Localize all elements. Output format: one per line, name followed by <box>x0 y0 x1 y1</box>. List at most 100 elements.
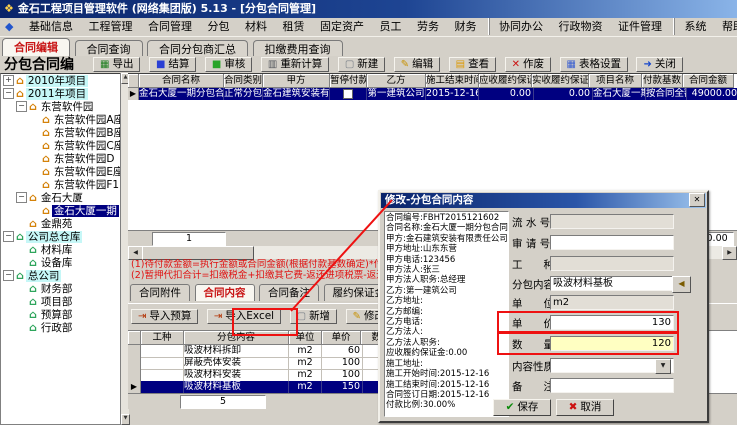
toolbar-button[interactable]: ▦表格设置 <box>560 57 628 72</box>
detail-tab[interactable]: 合同备注 <box>259 284 319 301</box>
tree-item[interactable]: +⌂2010年项目 <box>1 74 121 87</box>
window-titlebar: ❖金石工程项目管理软件 (网络集团版) 5.13 - [分包合同管理] <box>0 0 737 18</box>
price-field[interactable]: 130 <box>550 315 674 330</box>
menu-item[interactable]: 系统 <box>674 18 712 35</box>
scrollbar-thumb[interactable] <box>142 246 254 260</box>
column-header[interactable]: 分包内容 <box>184 331 289 345</box>
tree-expand-toggle[interactable]: − <box>3 270 14 281</box>
toolbar-button[interactable]: ✕作废 <box>505 57 551 72</box>
toolbar-button[interactable]: ▢新建 <box>338 57 385 72</box>
house-icon: ⌂ <box>29 217 37 230</box>
tree-expand-toggle[interactable]: − <box>16 101 27 112</box>
menu-item[interactable]: 财务 <box>448 18 482 35</box>
tree-item[interactable]: ⌂东营软件园E座 <box>1 165 121 178</box>
menu-item[interactable]: 行政物资 <box>552 18 608 35</box>
toolbar-button[interactable]: ▤查看 <box>449 57 496 72</box>
module-tab[interactable]: 合同查询 <box>75 40 143 57</box>
tree-item[interactable]: −⌂金石大厦 <box>1 191 121 204</box>
tree-item[interactable]: −⌂东营软件园 <box>1 100 121 113</box>
menu-item[interactable]: 员工 <box>373 18 407 35</box>
column-header[interactable]: 付款基数 <box>642 74 683 88</box>
tree-item-label: 公司总仓库 <box>26 231 83 243</box>
tree-item-label: 东营软件园E座 <box>52 166 122 178</box>
column-header[interactable]: 项目名称 <box>589 74 642 88</box>
scroll-left-icon[interactable]: ◀ <box>128 246 143 260</box>
contract-row[interactable]: ▶金石大厦一期分包合同正常分包金石建筑安装有限第一建筑公司2015-12-160… <box>128 88 737 100</box>
menu-item[interactable]: 帮助 <box>716 18 737 35</box>
tree-expand-toggle[interactable]: − <box>3 231 14 242</box>
toolbar-button[interactable]: ▦导出 <box>93 57 140 72</box>
tree-item[interactable]: −⌂2011年项目 <box>1 87 121 100</box>
toolbar-button[interactable]: ▥重新计算 <box>261 57 329 72</box>
column-header[interactable]: 工种 <box>141 331 184 345</box>
menu-item[interactable]: 基础信息 <box>23 18 79 35</box>
tree-item[interactable]: ⌂行政部 <box>1 321 121 334</box>
menu-item[interactable]: 合同管理 <box>142 18 198 35</box>
tree-item[interactable]: ⌂设备库 <box>1 256 121 269</box>
close-icon[interactable]: ✕ <box>689 193 705 207</box>
column-header[interactable]: 合同名称 <box>139 74 224 88</box>
column-header[interactable]: 单位 <box>289 331 322 345</box>
tree-item[interactable]: ⌂材料库 <box>1 243 121 256</box>
dialog-titlebar[interactable]: 修改-分包合同内容 <box>381 193 706 208</box>
column-header[interactable] <box>128 331 141 345</box>
column-header[interactable]: 甲方 <box>263 74 330 88</box>
menu-item[interactable]: 证件管理 <box>612 18 668 35</box>
apply-no-field[interactable] <box>550 235 674 250</box>
chevron-down-icon[interactable]: ▼ <box>655 359 671 374</box>
pause-payment-checkbox[interactable] <box>343 89 353 99</box>
tree-item[interactable]: ⌂金鼎苑 <box>1 217 121 230</box>
scroll-right-icon[interactable]: ▶ <box>722 246 737 260</box>
tree-item[interactable]: ⌂金石大厦一期 <box>1 204 121 217</box>
toolbar-button[interactable]: ✎编辑 <box>394 57 440 72</box>
browse-icon[interactable]: ◀ <box>672 276 691 293</box>
menu-item[interactable]: 劳务 <box>411 18 445 35</box>
tree-item[interactable]: ⌂东营软件园A座 <box>1 113 121 126</box>
toolbar-button[interactable]: ➜关闭 <box>636 57 682 72</box>
detail-tab[interactable]: 合同附件 <box>130 284 190 301</box>
house-icon: ⌂ <box>16 269 24 282</box>
column-header[interactable]: 实收履约保证金 <box>532 74 589 88</box>
tree-expand-toggle[interactable]: − <box>16 192 27 203</box>
tree-expand-toggle[interactable]: − <box>3 88 14 99</box>
menu-item[interactable]: 协同办公 <box>489 18 549 35</box>
tree-item[interactable]: −⌂公司总仓库 <box>1 230 121 243</box>
toolbar-button[interactable]: ■审核 <box>205 57 252 72</box>
module-tab[interactable]: 扣缴费用查询 <box>253 40 343 57</box>
column-header[interactable]: 合同金额 <box>683 74 734 88</box>
tree-item[interactable]: ⌂东营软件园D <box>1 152 121 165</box>
toolbar-button[interactable]: ■结算 <box>149 57 196 72</box>
menu-item[interactable]: 固定资产 <box>314 18 370 35</box>
detail-toolbar-button[interactable]: ▢新增 <box>290 309 337 324</box>
scroll-down-icon[interactable]: ▼ <box>121 414 130 425</box>
menu-item[interactable]: 工程管理 <box>82 18 138 35</box>
app-menu-icon[interactable]: ◆ <box>0 20 19 33</box>
tree-item[interactable]: −⌂总公司 <box>1 269 121 282</box>
tree-item[interactable]: ⌂财务部 <box>1 282 121 295</box>
menu-item[interactable]: 租赁 <box>276 18 310 35</box>
column-header[interactable]: 暂停付款 <box>330 74 367 88</box>
detail-toolbar-button[interactable]: ⇥导入Excel <box>207 309 281 324</box>
content-field[interactable]: 吸波材料基板 <box>550 276 674 291</box>
column-header[interactable]: 施工结束时间 <box>426 74 479 88</box>
column-header[interactable]: 应收履约保证金 <box>479 74 532 88</box>
column-header[interactable]: 单价 <box>322 331 361 345</box>
tree-item[interactable]: ⌂预算部 <box>1 308 121 321</box>
remark-field[interactable] <box>550 378 674 393</box>
detail-toolbar-button[interactable]: ⇥导入预算 <box>131 309 198 324</box>
qty-field[interactable]: 120 <box>550 336 674 351</box>
tree-item[interactable]: ⌂东营软件园F1 <box>1 178 121 191</box>
menu-item[interactable]: 分包 <box>201 18 235 35</box>
tree-expand-toggle[interactable]: + <box>3 75 14 86</box>
save-button[interactable]: ✔保存 <box>493 399 551 416</box>
detail-tab[interactable]: 合同内容 <box>195 284 255 301</box>
menu-item[interactable]: 材料 <box>239 18 273 35</box>
column-header[interactable]: 乙方 <box>367 74 426 88</box>
column-header[interactable] <box>128 74 139 88</box>
tree-item[interactable]: ⌂东营软件园C座 <box>1 139 121 152</box>
tree-item[interactable]: ⌂东营软件园B座 <box>1 126 121 139</box>
tree-item[interactable]: ⌂项目部 <box>1 295 121 308</box>
module-tab[interactable]: 合同分包商汇总 <box>147 40 248 57</box>
cancel-button[interactable]: ✖取消 <box>556 399 614 416</box>
column-header[interactable]: 合同类别 <box>224 74 263 88</box>
